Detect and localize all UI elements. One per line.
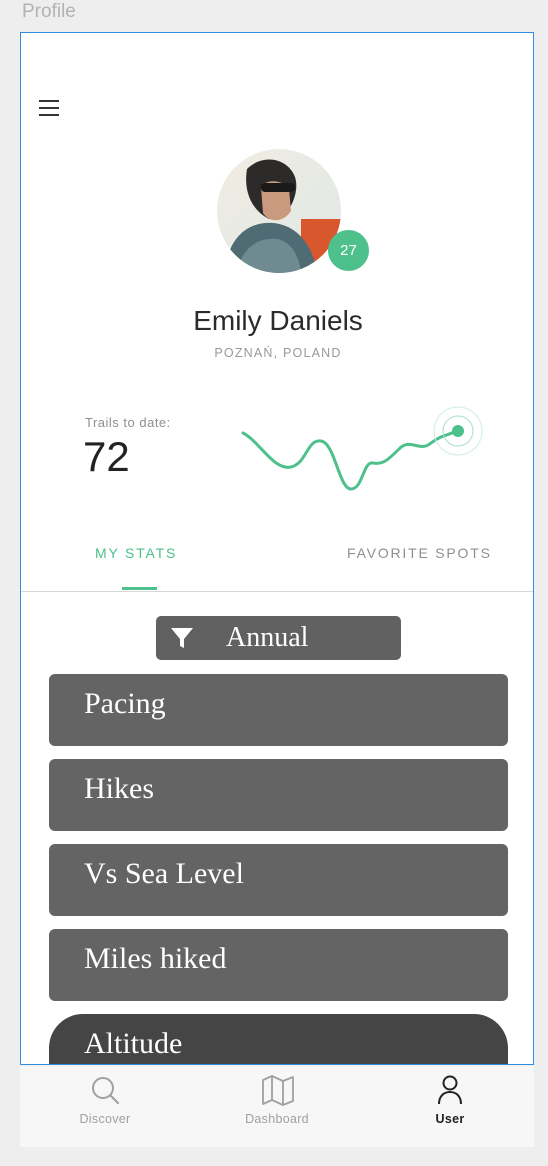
- stat-row-hikes[interactable]: Hikes: [49, 759, 508, 831]
- activity-sparkline: [241, 406, 483, 491]
- filter-icon: [171, 628, 193, 648]
- stat-row-miles-hiked[interactable]: Miles hiked: [49, 929, 508, 1001]
- nav-label: Discover: [79, 1112, 131, 1126]
- profile-location: POZNAŃ, POLAND: [214, 346, 342, 360]
- tab-favorite-spots[interactable]: FAVORITE SPOTS: [347, 545, 492, 561]
- active-tab-indicator: [122, 587, 157, 590]
- stat-label: Hikes: [84, 772, 154, 805]
- stat-row-pacing[interactable]: Pacing: [49, 674, 508, 746]
- stat-label: Miles hiked: [84, 942, 227, 975]
- profile-name: Emily Daniels: [193, 305, 363, 336]
- stat-row-altitude[interactable]: Altitude: [49, 1014, 508, 1064]
- map-icon: [262, 1075, 294, 1106]
- tab-divider: [21, 591, 533, 592]
- bottom-nav: Discover Dashboard User: [20, 1066, 534, 1147]
- trail-count-badge: 27: [328, 230, 369, 271]
- search-icon: [92, 1077, 120, 1105]
- trails-label: Trails to date:: [85, 415, 171, 430]
- filter-dropdown[interactable]: Annual: [156, 616, 401, 660]
- nav-label: Dashboard: [245, 1112, 309, 1126]
- nav-dashboard[interactable]: Dashboard: [217, 1066, 337, 1147]
- nav-label: User: [435, 1112, 465, 1126]
- user-icon: [438, 1075, 462, 1105]
- sparkline-endpoint: [452, 425, 464, 437]
- avatar: [217, 149, 341, 273]
- nav-discover[interactable]: Discover: [45, 1066, 165, 1147]
- filter-label: Annual: [226, 622, 309, 653]
- phone-frame: 27 Emily Daniels POZNAŃ, POLAND Trails t…: [20, 32, 534, 1065]
- stat-label: Vs Sea Level: [84, 857, 244, 890]
- nav-user[interactable]: User: [390, 1066, 510, 1147]
- stat-label: Pacing: [84, 687, 166, 720]
- tab-my-stats[interactable]: MY STATS: [95, 545, 177, 561]
- stat-row-vs-sea-level[interactable]: Vs Sea Level: [49, 844, 508, 916]
- page-label: Profile: [22, 1, 76, 22]
- sparkline-line: [241, 429, 459, 491]
- hamburger-menu-icon[interactable]: [39, 100, 59, 116]
- trails-count: 72: [83, 433, 130, 480]
- stat-label: Altitude: [84, 1027, 183, 1060]
